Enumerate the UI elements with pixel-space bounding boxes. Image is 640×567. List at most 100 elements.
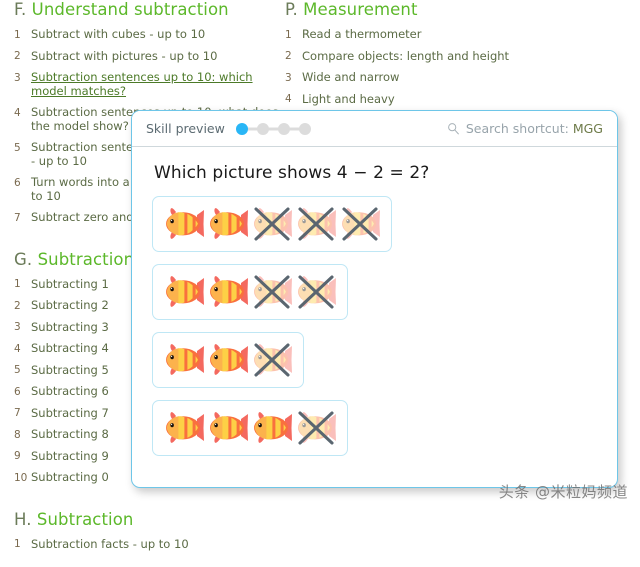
skill-number: 4 [14,106,21,119]
fish [163,340,205,380]
question-text: Which picture shows 4 − 2 = 2? [154,163,430,183]
progress-dot[interactable] [235,122,248,135]
skill-link[interactable]: Subtracting 5 [31,363,109,377]
progress-dot[interactable] [256,122,269,135]
fish [207,408,249,448]
skill-number: 10 [14,471,28,484]
skill-number: 4 [285,93,292,105]
skill-number: 3 [14,71,21,84]
list-item[interactable]: 2 Subtract with pictures - up to 10 [14,49,314,64]
skill-link[interactable]: Subtracting 7 [31,406,109,420]
list-item[interactable]: 1 Subtraction facts - up to 10 [14,537,314,552]
skill-number: 1 [14,28,21,41]
skill-number: 9 [14,450,21,462]
fish [163,204,205,244]
skill-number: 7 [14,407,21,419]
search-icon [448,123,459,135]
option-1[interactable] [152,196,392,252]
skill-link[interactable]: Subtracting 3 [31,320,109,334]
fish [207,340,249,380]
skill-preview-modal: Skill preview Search shortcut: MGG Which… [131,110,618,488]
fish [163,408,205,448]
fish-icon [254,412,292,443]
skill-link[interactable]: Subtraction sentences up to 10: which mo… [31,70,281,98]
skill-link[interactable]: Subtracting 8 [31,427,109,441]
list-item[interactable]: 3 Subtraction sentences up to 10: which m… [14,70,314,98]
skill-list: 1 Read a thermometer 2 Compare objects: len… [285,27,585,106]
fish [207,272,249,312]
list-item[interactable]: 1 Read a thermometer [285,27,585,42]
fish-icon [298,276,336,307]
progress-rail [241,127,305,130]
fish-icon [210,344,248,375]
fish-icon [210,276,248,307]
fish-crossed [295,204,337,244]
skill-link[interactable]: Subtracting 6 [31,384,109,398]
list-item[interactable]: 3 Wide and narrow [285,70,585,85]
skill-link[interactable]: Subtract with cubes - up to 10 [31,27,205,41]
skill-link[interactable]: Light and heavy [302,92,395,106]
skill-link[interactable]: Read a thermometer [302,27,421,41]
modal-title: Skill preview [146,121,225,136]
modal-body: Which picture shows 4 − 2 = 2? [132,147,617,456]
skill-link[interactable]: Compare objects: length and height [302,49,509,63]
skill-link[interactable]: Subtracting 9 [31,449,109,463]
fish-icon [298,208,336,239]
progress-dot[interactable] [298,122,311,135]
section-heading: F. Understand subtraction [14,0,314,19]
fish-icon [166,412,204,443]
skill-list: 1 Subtraction facts - up to 10 [14,537,314,552]
skill-link[interactable]: Subtracting 4 [31,341,109,355]
fish-icon [254,208,292,239]
option-3[interactable] [152,332,304,388]
skill-link[interactable]: Subtracting 0 [31,470,109,484]
modal-header: Skill preview Search shortcut: MGG [132,111,617,147]
skill-number: 5 [14,364,21,376]
skill-number: 4 [14,342,21,355]
fish-crossed [251,204,293,244]
section-title: Subtraction [36,509,134,529]
fish [163,272,205,312]
fish-icon [254,344,292,375]
section-title: Understand subtraction [31,0,229,19]
fish [251,408,293,448]
fish-crossed [339,204,381,244]
skill-link[interactable]: Wide and narrow [302,70,399,84]
skill-link[interactable]: Subtracting 1 [31,277,109,291]
skill-number: 2 [285,50,292,62]
section-heading: P. Measurement [285,0,585,19]
skill-number: 2 [14,50,21,62]
skill-link[interactable]: Subtracting 2 [31,298,109,312]
fish-icon [254,276,292,307]
skill-number: 6 [14,176,21,189]
search-shortcut-code: MGG [572,121,603,136]
skill-number: 2 [14,299,21,312]
fish-icon [210,208,248,239]
fish-icon [166,344,204,375]
progress-dots[interactable] [235,122,311,135]
skill-number: 3 [285,71,292,84]
skill-number: 1 [14,278,21,290]
skill-number: 7 [14,211,21,224]
fish-icon [298,412,336,443]
fish-icon [166,208,204,239]
list-item[interactable]: 2 Compare objects: length and height [285,49,585,64]
fish-icon [166,276,204,307]
section-letter: F. [14,0,32,19]
progress-dot[interactable] [277,122,290,135]
skill-number: 3 [14,321,21,333]
list-item[interactable]: 1 Subtract with cubes - up to 10 [14,27,314,42]
fish-icon [210,412,248,443]
fish-crossed [295,408,337,448]
fish [207,204,249,244]
skill-link[interactable]: Subtraction facts - up to 10 [31,537,189,551]
skill-number: 8 [14,428,21,441]
search-shortcut: Search shortcut: MGG [447,121,603,136]
skill-link[interactable]: Subtract with pictures - up to 10 [31,49,217,63]
list-item[interactable]: 4 Light and heavy [285,92,585,107]
section-title: Measurement [303,0,418,19]
search-shortcut-label: Search shortcut: [465,121,569,136]
option-2[interactable] [152,264,348,320]
option-4[interactable] [152,400,348,456]
